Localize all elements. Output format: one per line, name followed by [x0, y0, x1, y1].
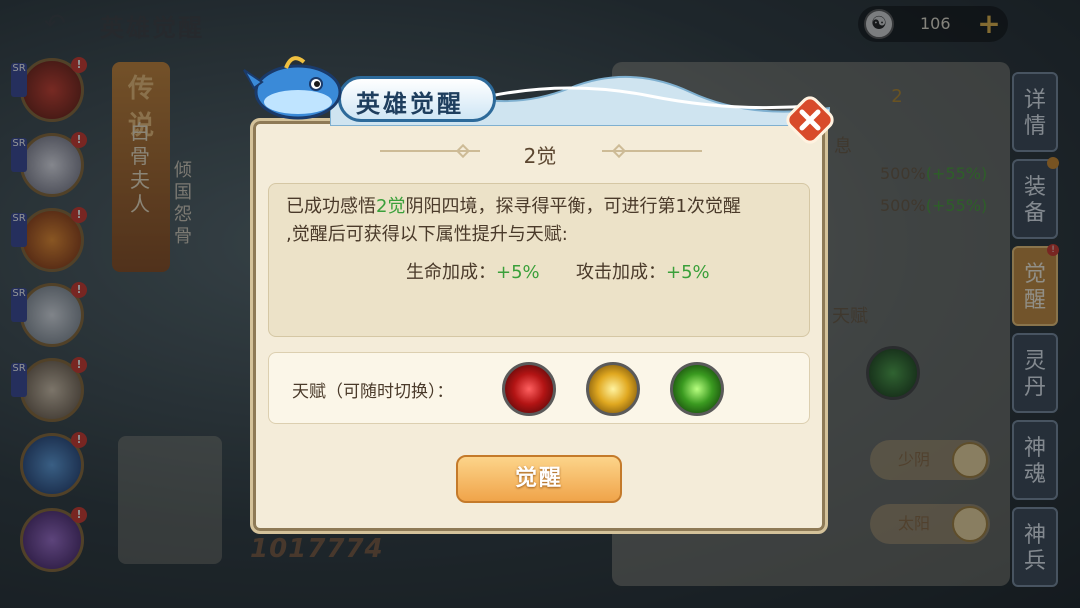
bonus-value: +5% — [666, 262, 710, 283]
bonus-value: +5% — [496, 262, 540, 283]
desc-line2: ,觉醒后可获得以下属性提升与天赋: — [286, 224, 568, 245]
gold-shield-talent-icon[interactable] — [586, 362, 640, 416]
desc-part2: 阴阳四境，探寻得平衡，可进行第1次觉醒 — [405, 196, 741, 217]
description-text: 已成功感悟2觉阴阳四境，探寻得平衡，可进行第1次觉醒 ,觉醒后可获得以下属性提升… — [286, 193, 800, 249]
close-icon[interactable] — [786, 96, 834, 144]
awaken-button[interactable]: 觉醒 — [456, 455, 622, 503]
talent-label: 天赋（可随时切换）： — [292, 382, 454, 402]
whale-mascot-icon — [243, 56, 342, 120]
green-paw-talent-icon[interactable] — [670, 362, 724, 416]
red-heart-talent-icon[interactable] — [502, 362, 556, 416]
desc-part1: 已成功感悟 — [286, 196, 376, 217]
bonus-label: 生命加成： — [406, 262, 496, 283]
desc-highlight: 2觉 — [376, 196, 406, 217]
bonus-label: 攻击加成： — [576, 262, 666, 283]
awaken-stage-label: 2觉 — [523, 144, 557, 168]
hp-bonus: 生命加成：+5% — [406, 258, 540, 284]
dialog-title: 英雄觉醒 — [356, 90, 464, 118]
atk-bonus: 攻击加成：+5% — [576, 258, 710, 284]
divider-right — [602, 150, 702, 152]
